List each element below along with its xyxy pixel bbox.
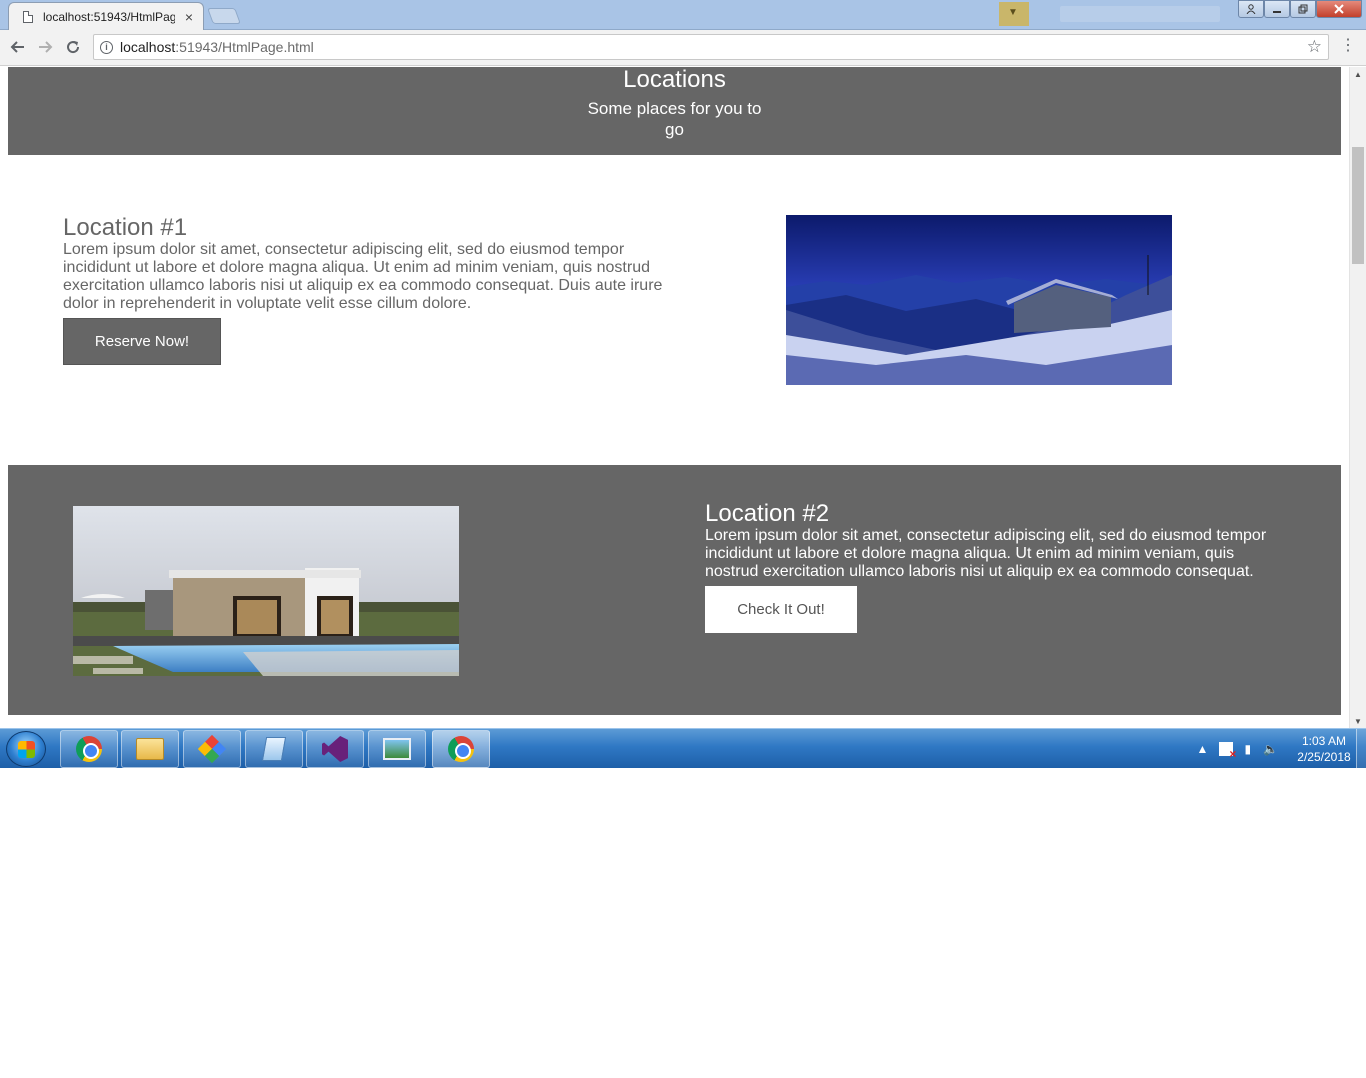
bookmark-star-icon[interactable]: ☆ bbox=[1307, 37, 1322, 57]
restore-icon[interactable] bbox=[1290, 0, 1316, 18]
check-it-out-button[interactable]: Check It Out! bbox=[705, 586, 857, 633]
page-icon bbox=[23, 10, 33, 23]
location-1-title: Location #1 bbox=[63, 214, 188, 241]
close-window-icon[interactable] bbox=[1316, 0, 1362, 18]
page-title: Locations bbox=[623, 67, 726, 93]
scroll-down-arrow-icon[interactable]: ▼ bbox=[1354, 717, 1362, 726]
page-header: Locations Some places for you to go bbox=[8, 67, 1341, 155]
notepad-icon bbox=[261, 737, 287, 761]
photo-viewer-icon bbox=[383, 738, 411, 760]
address-bar[interactable]: i localhost:51943/HtmlPage.html ☆ bbox=[93, 34, 1329, 60]
chrome-icon bbox=[448, 736, 474, 762]
location-2-section: Location #2 Lorem ipsum dolor sit amet, … bbox=[8, 465, 1341, 715]
info-icon[interactable]: i bbox=[100, 40, 113, 54]
chrome-icon bbox=[76, 736, 102, 762]
location-1-text: Location #1 Lorem ipsum dolor sit amet, … bbox=[63, 215, 673, 365]
window-controls bbox=[1238, 0, 1362, 18]
start-button[interactable] bbox=[6, 731, 46, 767]
vertical-scrollbar[interactable]: ▲ ▼ bbox=[1349, 67, 1366, 728]
diamond-app-icon bbox=[197, 734, 227, 764]
tab-close-icon[interactable]: × bbox=[185, 10, 193, 24]
browser-titlebar: localhost:51943/HtmlPag × bbox=[0, 0, 1366, 30]
modern-house-image bbox=[73, 506, 459, 676]
new-tab-button[interactable] bbox=[207, 8, 241, 24]
show-desktop-button[interactable] bbox=[1356, 729, 1366, 769]
browser-tab[interactable]: localhost:51943/HtmlPag × bbox=[8, 2, 204, 30]
url-host: localhost bbox=[120, 39, 176, 55]
scroll-up-arrow-icon[interactable]: ▲ bbox=[1354, 70, 1362, 79]
volume-muted-icon[interactable]: 🔈 bbox=[1263, 742, 1278, 756]
url-path: :51943/HtmlPage.html bbox=[175, 39, 314, 55]
system-clock[interactable]: 1:03 AM 2/25/2018 bbox=[1294, 733, 1354, 765]
location-2-text: Location #2 Lorem ipsum dolor sit amet, … bbox=[705, 501, 1280, 633]
taskbar-chrome-pinned[interactable] bbox=[60, 730, 118, 768]
location-2-description: Lorem ipsum dolor sit amet, consectetur … bbox=[705, 527, 1267, 580]
windows-taskbar: ▲ ▮ 🔈 1:03 AM 2/25/2018 bbox=[0, 728, 1366, 769]
taskbar-notepad[interactable] bbox=[245, 730, 303, 768]
clock-time: 1:03 AM bbox=[1301, 734, 1347, 748]
extension-icon[interactable] bbox=[999, 2, 1029, 26]
visual-studio-icon bbox=[322, 736, 348, 762]
minimize-icon[interactable] bbox=[1264, 0, 1290, 18]
folder-icon bbox=[136, 738, 164, 760]
page-subtitle: Some places for you to go bbox=[587, 99, 762, 139]
forward-arrow-icon[interactable] bbox=[34, 36, 56, 58]
tab-title: localhost:51943/HtmlPag bbox=[43, 9, 175, 24]
browser-toolbar: i localhost:51943/HtmlPage.html ☆ ⋮ bbox=[0, 30, 1366, 66]
clock-date: 2/25/2018 bbox=[1297, 750, 1351, 764]
browser-menu-icon[interactable]: ⋮ bbox=[1340, 38, 1356, 54]
system-tray: ▲ ▮ 🔈 1:03 AM 2/25/2018 bbox=[1191, 729, 1354, 769]
taskbar-explorer[interactable] bbox=[121, 730, 179, 768]
action-center-flag-icon[interactable] bbox=[1219, 742, 1236, 761]
profile-icon[interactable] bbox=[1238, 0, 1264, 18]
network-icon[interactable]: ▮ bbox=[1244, 742, 1251, 756]
quick-launch-search[interactable] bbox=[1060, 6, 1220, 22]
back-arrow-icon[interactable] bbox=[7, 36, 29, 58]
location-2-title: Location #2 bbox=[705, 500, 830, 527]
location-1-description: Lorem ipsum dolor sit amet, consectetur … bbox=[63, 241, 663, 312]
reserve-now-button[interactable]: Reserve Now! bbox=[63, 318, 221, 365]
taskbar-photo-viewer[interactable] bbox=[368, 730, 426, 768]
reload-icon[interactable] bbox=[62, 36, 84, 58]
scroll-thumb[interactable] bbox=[1352, 147, 1364, 264]
taskbar-app-diamond[interactable] bbox=[183, 730, 241, 768]
show-hidden-icons-icon[interactable]: ▲ bbox=[1197, 742, 1209, 756]
taskbar-visual-studio[interactable] bbox=[306, 730, 364, 768]
taskbar-chrome-active[interactable] bbox=[432, 730, 490, 768]
page-viewport: Locations Some places for you to go Loca… bbox=[0, 67, 1366, 728]
mountain-image bbox=[786, 215, 1172, 385]
location-1-section: Location #1 Lorem ipsum dolor sit amet, … bbox=[8, 155, 1341, 465]
